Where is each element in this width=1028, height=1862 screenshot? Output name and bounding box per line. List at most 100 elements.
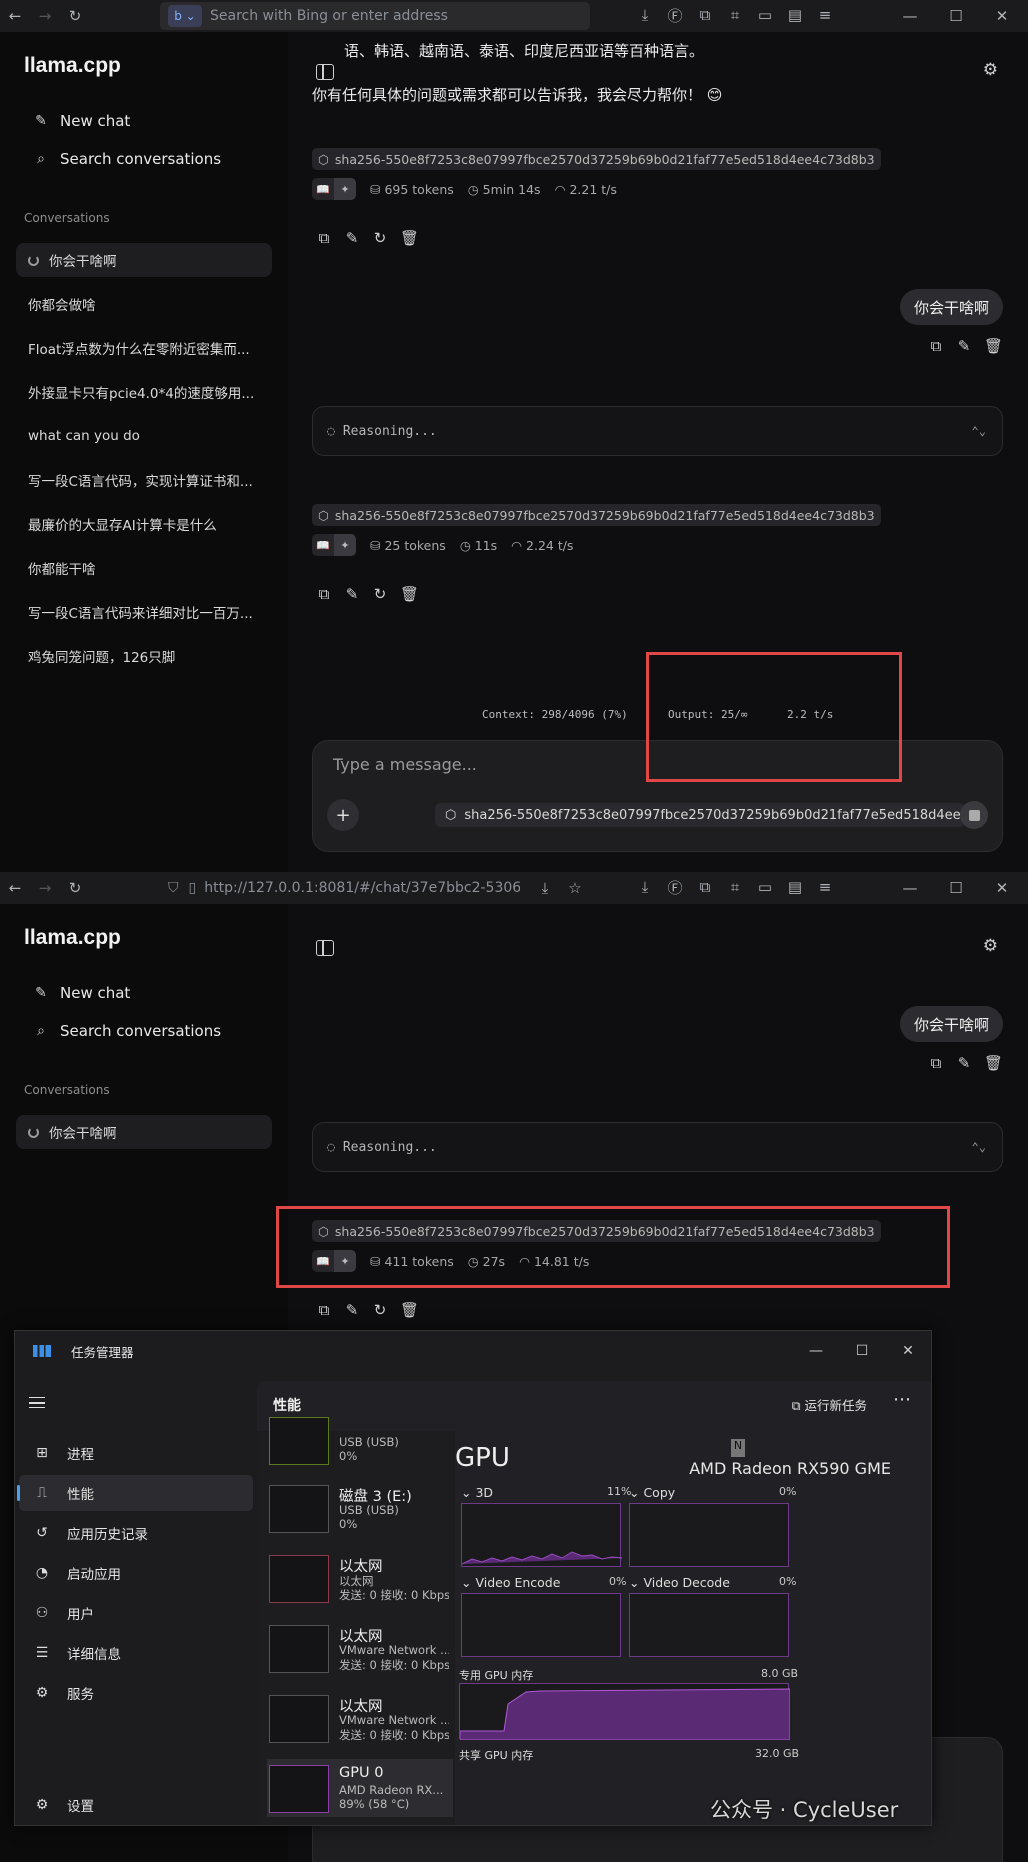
book-icon[interactable]: 📖 xyxy=(312,1250,334,1272)
minimize-icon[interactable]: — xyxy=(895,1,925,31)
conversation-item[interactable]: 你都能干啥 xyxy=(16,551,272,585)
stop-button[interactable] xyxy=(960,801,988,829)
bing-icon[interactable]: b ⌄ xyxy=(168,5,202,27)
settings-gear-icon[interactable]: ⚙ xyxy=(983,60,998,80)
attach-button[interactable]: + xyxy=(327,799,359,831)
collections-icon[interactable]: ▭ xyxy=(750,0,780,30)
collections-icon[interactable]: ▭ xyxy=(750,872,780,902)
nav-processes[interactable]: ⊞ 进程 xyxy=(19,1435,253,1471)
settings-gear-icon[interactable]: ⚙ xyxy=(983,936,998,956)
message-input[interactable]: Type a message... xyxy=(333,755,477,774)
reasoning-panel[interactable]: ◌ Reasoning... ⌃⌄ xyxy=(312,1122,1003,1172)
search-conversations-link[interactable]: ⌕ Search conversations xyxy=(32,150,221,168)
sidebar-icon[interactable]: ▤ xyxy=(780,872,810,902)
expand-chevron-icon[interactable]: ⌃⌄ xyxy=(972,424,986,438)
close-icon[interactable]: ✕ xyxy=(987,1,1017,31)
conversation-item[interactable]: 你会干啥啊 xyxy=(16,1115,272,1149)
maximize-icon[interactable]: ☐ xyxy=(941,1,971,31)
edit-icon[interactable]: ✎ xyxy=(344,1301,360,1319)
reasoning-panel[interactable]: ◌ Reasoning... ⌃⌄ xyxy=(312,406,1003,456)
sidebar-icon[interactable]: ▤ xyxy=(780,0,810,30)
extensions-icon[interactable]: ⧉ xyxy=(690,872,720,902)
close-icon[interactable]: ✕ xyxy=(987,873,1017,903)
nav-startup-apps[interactable]: ◔ 启动应用 xyxy=(19,1555,253,1591)
minimize-icon[interactable]: — xyxy=(895,873,925,903)
device-item[interactable]: 磁盘 3 (E:) USB (USB) 0% xyxy=(267,1479,453,1537)
profile-icon[interactable]: Ⓕ xyxy=(660,0,690,30)
nav-users[interactable]: ⚇ 用户 xyxy=(19,1595,253,1631)
edit-icon[interactable]: ✎ xyxy=(956,337,972,355)
model-selector[interactable]: ⬡ sha256-550e8f7253c8e07997fbce2570d37259… xyxy=(435,803,965,827)
run-new-task-button[interactable]: ⧉ 运行新任务 xyxy=(792,1395,867,1414)
copy-icon[interactable]: ⧉ xyxy=(316,585,332,603)
hamburger-icon[interactable] xyxy=(29,1397,45,1408)
new-chat-link[interactable]: ✎ New chat xyxy=(32,112,130,130)
nav-performance[interactable]: ⎍ 性能 xyxy=(17,1475,253,1511)
sidebar-toggle-icon[interactable] xyxy=(316,940,334,956)
reload-icon[interactable]: ↻ xyxy=(60,1,90,31)
back-icon[interactable]: ← xyxy=(0,873,30,903)
sparkle-icon[interactable]: ✦ xyxy=(334,178,356,200)
device-item[interactable]: 以太网 VMware Network ... 发送: 0 接收: 0 Kbps xyxy=(267,1689,453,1747)
copy-icon[interactable]: ⧉ xyxy=(928,1054,944,1072)
device-item[interactable]: 以太网 以太网 发送: 0 接收: 0 Kbps xyxy=(267,1549,453,1607)
delete-icon[interactable]: 🗑 xyxy=(984,1054,1003,1072)
profile-icon[interactable]: Ⓕ xyxy=(660,872,690,902)
stats-toggle[interactable]: 📖 ✦ xyxy=(312,1250,356,1272)
maximize-icon[interactable]: ☐ xyxy=(941,873,971,903)
download-icon[interactable]: ⤓ xyxy=(630,872,660,902)
sparkle-icon[interactable]: ✦ xyxy=(334,1250,356,1272)
regenerate-icon[interactable]: ↻ xyxy=(372,229,388,247)
edit-icon[interactable]: ✎ xyxy=(956,1054,972,1072)
install-icon[interactable]: ⤓ xyxy=(530,873,560,903)
forward-icon[interactable]: → xyxy=(30,1,60,31)
stats-toggle[interactable]: 📖 ✦ xyxy=(312,534,356,556)
menu-icon[interactable]: ≡ xyxy=(810,0,840,30)
conversation-item[interactable]: what can you do xyxy=(16,419,272,453)
nav-details[interactable]: ☰ 详细信息 xyxy=(19,1635,253,1671)
device-item-gpu[interactable]: GPU 0 AMD Radeon RX... 89% (58 °C) xyxy=(267,1759,453,1817)
book-icon[interactable]: 📖 xyxy=(312,534,334,556)
conversation-item[interactable]: 最廉价的大显存AI计算卡是什么 xyxy=(16,507,272,541)
tm-maximize-icon[interactable]: ☐ xyxy=(839,1331,885,1371)
download-icon[interactable]: ⤓ xyxy=(630,0,660,30)
conversation-item[interactable]: 外接显卡只有pcie4.0*4的速度够用... xyxy=(16,375,272,409)
nav-app-history[interactable]: ↺ 应用历史记录 xyxy=(19,1515,253,1551)
back-icon[interactable]: ← xyxy=(0,1,30,31)
delete-icon[interactable]: 🗑 xyxy=(400,585,419,603)
crop-icon[interactable]: ⌗ xyxy=(720,0,750,30)
conversation-item[interactable]: Float浮点数为什么在零附近密集而... xyxy=(16,331,272,365)
extensions-icon[interactable]: ⧉ xyxy=(690,0,720,30)
more-options-icon[interactable]: ⋯ xyxy=(893,1389,911,1410)
delete-icon[interactable]: 🗑 xyxy=(400,1301,419,1319)
new-chat-link[interactable]: ✎ New chat xyxy=(32,984,130,1002)
forward-icon[interactable]: → xyxy=(30,873,60,903)
menu-icon[interactable]: ≡ xyxy=(810,872,840,902)
search-conversations-link[interactable]: ⌕ Search conversations xyxy=(32,1022,221,1040)
device-item[interactable]: 以太网 VMware Network ... 发送: 0 接收: 0 Kbps xyxy=(267,1619,453,1677)
conversation-item[interactable]: 你都会做啥 xyxy=(16,287,272,321)
sidebar-toggle-icon[interactable] xyxy=(316,64,334,80)
copy-icon[interactable]: ⧉ xyxy=(316,229,332,247)
delete-icon[interactable]: 🗑 xyxy=(400,229,419,247)
tm-minimize-icon[interactable]: — xyxy=(793,1331,839,1371)
conversation-item[interactable]: 你会干啥啊 xyxy=(16,243,272,277)
expand-chevron-icon[interactable]: ⌃⌄ xyxy=(972,1140,986,1154)
conversation-item[interactable]: 鸡兔同笼问题，126只脚 xyxy=(16,639,272,673)
reload-icon[interactable]: ↻ xyxy=(60,873,90,903)
edit-icon[interactable]: ✎ xyxy=(344,585,360,603)
book-icon[interactable]: 📖 xyxy=(312,178,334,200)
copy-icon[interactable]: ⧉ xyxy=(316,1301,332,1319)
copy-icon[interactable]: ⧉ xyxy=(928,337,944,355)
delete-icon[interactable]: 🗑 xyxy=(984,337,1003,355)
regenerate-icon[interactable]: ↻ xyxy=(372,1301,388,1319)
conversation-item[interactable]: 写一段C语言代码，实现计算证书和... xyxy=(16,463,272,497)
edit-icon[interactable]: ✎ xyxy=(344,229,360,247)
device-item[interactable]: USB (USB) 0% xyxy=(267,1411,453,1469)
conversation-item[interactable]: 写一段C语言代码来详细对比一百万... xyxy=(16,595,272,629)
address-bar[interactable]: b ⌄ Search with Bing or enter address xyxy=(160,2,590,30)
nav-settings[interactable]: ⚙ 设置 xyxy=(19,1787,253,1823)
bookmark-star-icon[interactable]: ☆ xyxy=(560,873,590,903)
stats-toggle[interactable]: 📖 ✦ xyxy=(312,178,356,200)
regenerate-icon[interactable]: ↻ xyxy=(372,585,388,603)
